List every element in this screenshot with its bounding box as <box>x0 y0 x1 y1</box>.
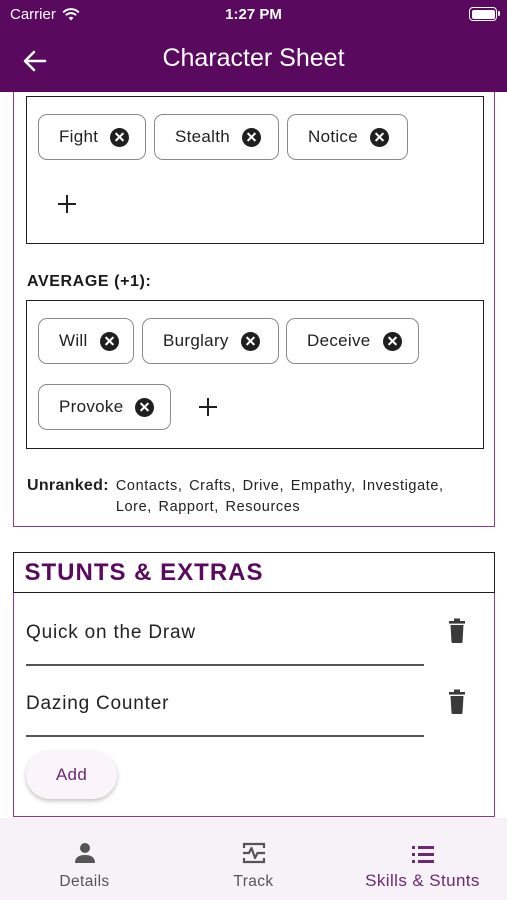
skill-group-top: Fight Stealth Notice <box>26 96 484 244</box>
nav-details[interactable]: Details <box>0 818 169 900</box>
unranked-skills: Unranked: Contacts, Crafts, Drive, Empat… <box>27 476 477 518</box>
nav-label: Track <box>233 873 274 890</box>
remove-chip-icon[interactable] <box>242 127 262 147</box>
add-skill-plus-icon[interactable] <box>197 396 219 418</box>
chip-label: Fight <box>59 127 99 146</box>
nav-skills-stunts[interactable]: Skills & Stunts <box>338 818 507 900</box>
nav-track[interactable]: Track <box>169 818 338 900</box>
chip-label: Notice <box>308 127 358 146</box>
status-bar: Carrier 1:27 PM <box>0 0 507 28</box>
trash-icon[interactable] <box>446 689 468 715</box>
stunts-card: STUNTS & EXTRAS Quick on the Draw Dazing… <box>12 551 495 817</box>
remove-chip-icon[interactable] <box>135 397 155 417</box>
stunt-name-field[interactable]: Dazing Counter <box>26 693 169 715</box>
stunts-header: STUNTS & EXTRAS <box>12 551 495 593</box>
nav-label: Skills & Stunts <box>365 871 480 890</box>
skill-chip[interactable]: Burglary <box>142 318 279 364</box>
average-group-label: AVERAGE (+1): <box>27 273 152 290</box>
person-icon <box>75 843 95 863</box>
add-stunt-button[interactable]: Add <box>26 751 117 799</box>
trash-icon[interactable] <box>446 618 468 644</box>
skill-chip[interactable]: Fight <box>38 114 146 160</box>
chip-label: Deceive <box>307 331 371 350</box>
skill-chip[interactable]: Will <box>38 318 134 364</box>
clock: 1:27 PM <box>225 6 282 23</box>
top-bar: Carrier 1:27 PM Character Sheet <box>0 0 507 92</box>
stunts-title: STUNTS & EXTRAS <box>24 558 264 586</box>
skill-chip[interactable]: Provoke <box>38 384 171 430</box>
field-underline <box>26 664 424 666</box>
unranked-list: Contacts, Crafts, Drive, Empathy, Invest… <box>115 478 444 515</box>
track-icon <box>242 842 266 864</box>
bottom-nav: Details Track Skills & Stunts <box>0 818 507 900</box>
app-bar: Character Sheet <box>0 30 507 92</box>
unranked-label: Unranked: <box>27 477 109 494</box>
field-underline <box>26 735 424 737</box>
skill-group-average: Will Burglary Deceive Provoke <box>26 300 484 449</box>
page-title: Character Sheet <box>162 44 345 72</box>
chip-label: Provoke <box>59 397 124 416</box>
chip-label: Stealth <box>175 127 231 146</box>
chip-label: Will <box>59 331 88 350</box>
battery-icon <box>469 7 500 21</box>
nav-label: Details <box>59 873 110 890</box>
remove-chip-icon[interactable] <box>382 331 402 351</box>
skill-chip[interactable]: Stealth <box>154 114 279 160</box>
chip-label: Burglary <box>163 331 229 350</box>
list-icon <box>412 846 434 863</box>
add-skill-plus-icon[interactable] <box>56 193 78 215</box>
remove-chip-icon[interactable] <box>110 127 130 147</box>
remove-chip-icon[interactable] <box>240 331 260 351</box>
skills-card: Fight Stealth Notice AVERAGE (+1): Will … <box>13 92 495 527</box>
stunt-item: Dazing Counter <box>26 679 476 737</box>
remove-chip-icon[interactable] <box>99 331 119 351</box>
remove-chip-icon[interactable] <box>370 127 389 147</box>
stunt-name-field[interactable]: Quick on the Draw <box>26 622 196 644</box>
skill-chip[interactable]: Notice <box>287 114 408 160</box>
stunt-item: Quick on the Draw <box>26 608 476 666</box>
skill-chip[interactable]: Deceive <box>286 318 419 364</box>
